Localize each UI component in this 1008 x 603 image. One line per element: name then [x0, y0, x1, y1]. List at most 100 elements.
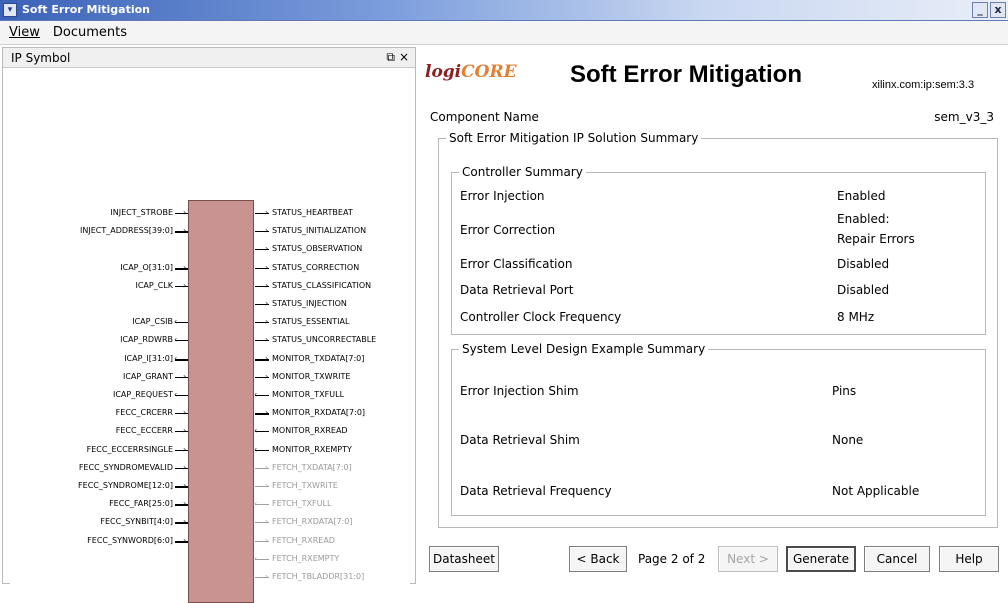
- error-classification-value: Disabled: [837, 257, 890, 271]
- pin-arrow-icon: ›: [183, 208, 187, 217]
- output-pin-label: FETCH_TBLADDR[31:0]: [272, 572, 365, 581]
- output-pin-label: FETCH_RXDATA[7:0]: [272, 517, 353, 527]
- menu-view-label: View: [9, 25, 40, 40]
- output-pin-label: FETCH_TXDATA[7:0]: [272, 462, 352, 472]
- input-pin-label: ICAP_I[31:0]: [124, 353, 173, 363]
- pin-arrow-icon: ›: [265, 335, 269, 345]
- output-pin-label: MONITOR_TXDATA[7:0]: [272, 353, 365, 363]
- menu-documents[interactable]: Documents: [53, 25, 127, 40]
- pin-arrow-icon: ‹: [174, 317, 178, 327]
- output-pin-label: STATUS_CORRECTION: [272, 262, 360, 272]
- output-pin-label: STATUS_INITIALIZATION: [272, 226, 367, 236]
- error-correction-value-detail: Repair Errors: [837, 232, 915, 246]
- input-pin-label: FECC_SYNDROME[12:0]: [78, 481, 173, 490]
- input-pin-label: FECC_SYNDROMEVALID: [78, 462, 173, 472]
- pin-arrow-icon: ›: [265, 280, 269, 290]
- error-correction-value: Enabled:: [837, 212, 890, 226]
- output-pin-label: FETCH_RXEMPTY: [272, 553, 340, 563]
- output-pin-label: STATUS_OBSERVATION: [272, 244, 363, 254]
- input-pin-label: ICAP_O[31:0]: [120, 262, 173, 272]
- input-pin-label: ICAP_CSIB: [132, 317, 173, 327]
- output-pin-label: STATUS_UNCORRECTABLE: [272, 335, 377, 345]
- pin-arrow-icon: ›: [265, 462, 269, 472]
- solution-summary-legend: Soft Error Mitigation IP Solution Summar…: [446, 131, 702, 145]
- input-pin-label: ICAP_RDWRB: [120, 335, 173, 345]
- window-controls: _ x: [972, 2, 1006, 18]
- component-name-value: sem_v3_3: [934, 110, 994, 124]
- pin-arrow-icon: ›: [265, 517, 269, 527]
- input-pin-label: FECC_SYNBIT[4:0]: [100, 517, 173, 527]
- output-pin-label: STATUS_ESSENTIAL: [272, 317, 350, 327]
- ip-symbol-canvas: INJECT_STROBE › INJECT_ADDRESS[39:0] › ICAP_…: [10, 72, 410, 603]
- logo-text-b: CORE: [461, 62, 517, 82]
- pin-arrow-icon: ›: [183, 371, 187, 381]
- close-panel-icon[interactable]: ×: [399, 50, 409, 65]
- error-injection-label: Error Injection: [460, 189, 545, 203]
- pin-arrow-icon: ›: [265, 262, 269, 272]
- output-pin-label: MONITOR_TXWRITE: [272, 371, 351, 381]
- pin-arrow-icon: ›: [265, 408, 269, 418]
- error-injection-value: Enabled: [837, 189, 886, 203]
- window-titlebar: ▾ Soft Error Mitigation _ x: [0, 0, 1008, 21]
- output-pin-label: MONITOR_RXDATA[7:0]: [272, 408, 366, 418]
- ip-symbol-panel: IP Symbol ⧉ × INJECT_STROBE › INJECT_ADDRE…: [2, 47, 416, 603]
- pin-arrow-icon: ›: [183, 262, 187, 272]
- output-pin-label: MONITOR_RXEMPTY: [272, 444, 352, 454]
- pin-arrow-icon: ›: [183, 226, 187, 236]
- pin-arrow-icon: ›: [183, 517, 187, 527]
- restore-panel-icon[interactable]: ⧉: [386, 50, 395, 65]
- pin-arrow-icon: ›: [265, 353, 269, 363]
- pin-arrow-icon: ›: [183, 481, 187, 490]
- menubar: View Documents: [0, 21, 1008, 45]
- output-pin-label: MONITOR_TXFULL: [272, 390, 345, 399]
- pin-arrow-icon: ›: [183, 408, 187, 418]
- error-injection-shim-label: Error Injection Shim: [460, 384, 579, 398]
- next-button[interactable]: Next >: [718, 546, 778, 572]
- output-pin-label: FETCH_TXFULL: [272, 499, 332, 509]
- minimize-button[interactable]: _: [972, 2, 988, 18]
- pin-arrow-icon: ‹: [254, 499, 258, 509]
- error-correction-label: Error Correction: [460, 223, 556, 237]
- help-button[interactable]: Help: [939, 546, 999, 572]
- pin-arrow-icon: ›: [265, 371, 269, 381]
- controller-clock-frequency-value: 8 MHz: [837, 310, 875, 324]
- cancel-button[interactable]: Cancel: [864, 546, 930, 572]
- system-summary-legend: System Level Design Example Summary: [459, 342, 709, 356]
- ip-symbol-panel-header: IP Symbol ⧉ ×: [3, 48, 415, 68]
- data-retrieval-port-label: Data Retrieval Port: [460, 283, 574, 297]
- datasheet-button[interactable]: Datasheet: [429, 546, 499, 572]
- data-retrieval-frequency-label: Data Retrieval Frequency: [460, 484, 612, 498]
- input-pin-label: ICAP_GRANT: [122, 371, 173, 381]
- page-indicator: Page 2 of 2: [638, 552, 706, 566]
- page-title: Soft Error Mitigation: [570, 61, 802, 88]
- output-pin-label: STATUS_CLASSIFICATION: [272, 280, 372, 290]
- data-retrieval-shim-label: Data Retrieval Shim: [460, 433, 580, 447]
- pin-arrow-icon: ›: [265, 317, 269, 327]
- output-pin-label: MONITOR_RXREAD: [272, 426, 348, 436]
- menu-view[interactable]: View: [9, 25, 40, 40]
- back-button[interactable]: < Back: [569, 546, 627, 572]
- pin-arrow-icon: ›: [265, 481, 269, 490]
- chevron-down-icon[interactable]: ▾: [3, 3, 17, 17]
- pin-arrow-icon: ›: [265, 572, 269, 581]
- panel-controls: ⧉ ×: [386, 50, 409, 65]
- input-pin-label: ICAP_REQUEST: [112, 390, 173, 399]
- pin-arrow-icon: ‹: [254, 390, 258, 399]
- close-button[interactable]: x: [990, 2, 1006, 18]
- pin-arrow-icon: ›: [265, 535, 269, 545]
- pin-arrow-icon: ›: [183, 499, 187, 509]
- generate-button[interactable]: Generate: [786, 546, 856, 572]
- pin-arrow-icon: ›: [183, 444, 187, 454]
- output-pin-label: FETCH_RXREAD: [272, 535, 335, 545]
- data-retrieval-port-value: Disabled: [837, 283, 890, 297]
- ip-block: [188, 200, 254, 603]
- pin-arrow-icon: ›: [183, 426, 187, 436]
- pin-arrow-icon: ‹: [174, 390, 178, 399]
- input-pin-label: FECC_ECCERR: [115, 426, 173, 436]
- input-pin-label: INJECT_ADDRESS[39:0]: [80, 226, 173, 236]
- pin-arrow-icon: ‹: [254, 553, 258, 563]
- error-classification-label: Error Classification: [460, 257, 573, 271]
- output-pin-label: STATUS_HEARTBEAT: [272, 208, 353, 217]
- input-pin-label: FECC_ECCERRSINGLE: [86, 444, 173, 454]
- pin-arrow-icon: ›: [183, 280, 187, 290]
